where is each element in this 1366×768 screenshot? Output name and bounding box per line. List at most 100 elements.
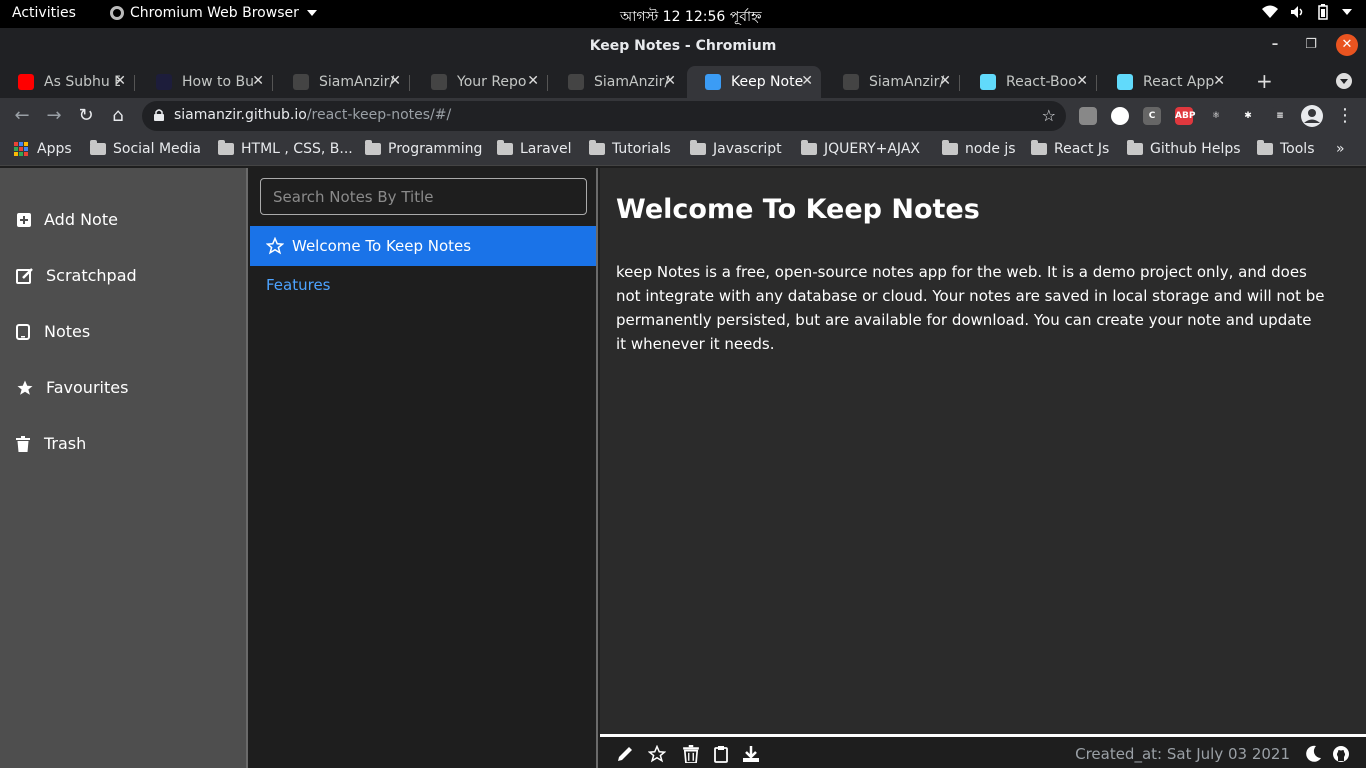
tab-favicon-icon bbox=[18, 74, 34, 90]
battery-icon bbox=[1318, 4, 1328, 20]
new-tab-button[interactable]: + bbox=[1256, 69, 1273, 93]
folder-icon bbox=[1031, 140, 1047, 155]
github-icon[interactable] bbox=[1332, 745, 1350, 763]
bookmark-folder[interactable]: Github Helps bbox=[1127, 140, 1241, 157]
extensions-puzzle-icon[interactable]: ✱ bbox=[1239, 107, 1257, 125]
react-devtools-icon[interactable]: ⚛ bbox=[1207, 107, 1225, 125]
tab-search-button[interactable] bbox=[1336, 73, 1352, 89]
bookmark-folder[interactable]: Tools bbox=[1257, 140, 1315, 157]
bookmark-folder[interactable]: Javascript bbox=[690, 140, 782, 157]
note-list-item-active[interactable]: Welcome To Keep Notes bbox=[250, 226, 596, 266]
folder-icon bbox=[1257, 140, 1273, 155]
bookmark-folder[interactable]: JQUERY+AJAX bbox=[801, 140, 920, 157]
adblock-plus-icon[interactable]: ABP bbox=[1175, 107, 1195, 125]
clock[interactable]: আগস্ট 12 12:56 পূর্বাহ্ন bbox=[620, 5, 762, 29]
tab-close-icon[interactable]: ✕ bbox=[1213, 73, 1225, 89]
bookmark-folder-label: Social Media bbox=[113, 141, 202, 157]
bookmark-folder-label: Tools bbox=[1280, 141, 1315, 157]
bookmark-folder[interactable]: Social Media bbox=[90, 140, 202, 157]
bookmark-folder[interactable]: React Js bbox=[1031, 140, 1109, 157]
bookmark-folder-label: Github Helps bbox=[1150, 141, 1241, 157]
browser-tab[interactable]: Your Repo ✕ bbox=[413, 66, 548, 98]
star-outline-icon[interactable] bbox=[266, 237, 284, 255]
note-body: keep Notes is a free, open-source notes … bbox=[616, 263, 1325, 353]
bookmark-folder-label: node js bbox=[965, 141, 1016, 157]
forward-button[interactable]: → bbox=[42, 104, 66, 128]
activities-button[interactable]: Activities bbox=[12, 5, 76, 21]
address-bar[interactable]: siamanzir.github.io/react-keep-notes/#/ … bbox=[142, 101, 1066, 131]
clipboard-icon[interactable] bbox=[712, 745, 730, 763]
volume-icon bbox=[1291, 6, 1303, 18]
tab-close-icon[interactable]: ✕ bbox=[389, 73, 401, 89]
tab-close-icon[interactable]: ✕ bbox=[527, 73, 539, 89]
tablet-icon bbox=[16, 323, 30, 340]
delete-icon[interactable] bbox=[682, 745, 700, 763]
tab-close-icon[interactable]: ✕ bbox=[1076, 73, 1088, 89]
cookie-extension-icon[interactable]: C bbox=[1143, 107, 1161, 125]
bookmark-apps[interactable]: Apps bbox=[14, 141, 72, 157]
tab-close-icon[interactable]: ✕ bbox=[664, 73, 676, 89]
tab-favicon-icon bbox=[431, 74, 447, 90]
home-button[interactable]: ⌂ bbox=[106, 104, 130, 128]
tab-close-icon[interactable]: ✕ bbox=[114, 73, 126, 89]
dark-mode-moon-icon[interactable] bbox=[1304, 745, 1322, 763]
chromium-icon bbox=[110, 6, 124, 20]
browser-tab[interactable]: SiamAnzir/✕ bbox=[825, 66, 960, 98]
tab-label: React-Boo bbox=[1006, 74, 1077, 90]
bookmark-folder[interactable]: Programming bbox=[365, 140, 483, 157]
bookmark-folder[interactable]: node js bbox=[942, 140, 1016, 157]
folder-icon bbox=[589, 140, 605, 155]
browser-tab[interactable]: SiamAnzir/✕ bbox=[275, 66, 410, 98]
favourite-star-icon[interactable] bbox=[648, 745, 666, 763]
tab-label: SiamAnzir/ bbox=[319, 74, 395, 90]
bookmark-folder[interactable]: Laravel bbox=[497, 140, 572, 157]
sidebar-item-favourites[interactable]: Favourites bbox=[16, 378, 128, 397]
dark-reader-icon[interactable] bbox=[1111, 107, 1129, 125]
sidebar-item-trash[interactable]: Trash bbox=[16, 434, 86, 453]
sidebar-item-add-note[interactable]: Add Note bbox=[16, 210, 118, 229]
bookmark-folder-label: JQUERY+AJAX bbox=[824, 141, 920, 157]
bookmark-folder[interactable]: Tutorials bbox=[589, 140, 671, 157]
sidebar-item-scratchpad[interactable]: Scratchpad bbox=[16, 266, 137, 285]
minimize-button[interactable]: – bbox=[1264, 34, 1286, 56]
close-window-button[interactable]: ✕ bbox=[1336, 34, 1358, 56]
browser-tab[interactable]: React-Boo ✕ bbox=[962, 66, 1097, 98]
folder-icon bbox=[218, 140, 234, 155]
pencil-icon[interactable] bbox=[616, 745, 634, 763]
tab-close-icon[interactable]: ✕ bbox=[801, 73, 813, 89]
browser-tab[interactable]: React App ✕ bbox=[1099, 66, 1233, 98]
profile-avatar-icon[interactable] bbox=[1300, 104, 1324, 128]
app-sidebar: Add Note Scratchpad Notes Favourites Tra… bbox=[0, 168, 248, 768]
copy-extension-icon[interactable] bbox=[1079, 107, 1097, 125]
app-menu[interactable]: Chromium Web Browser bbox=[110, 5, 317, 21]
bookmarks-overflow-button[interactable]: » bbox=[1336, 141, 1345, 157]
bookmark-folder[interactable]: HTML , CSS, B... bbox=[218, 140, 353, 157]
bookmark-folder-label: Programming bbox=[388, 141, 483, 157]
app-menu-label: Chromium Web Browser bbox=[130, 5, 299, 21]
tab-favicon-icon bbox=[568, 74, 584, 90]
tab-close-icon[interactable]: ✕ bbox=[252, 73, 264, 89]
reload-button[interactable]: ↻ bbox=[74, 104, 98, 128]
system-tray[interactable] bbox=[1262, 4, 1352, 20]
media-control-icon[interactable]: ≡ bbox=[1271, 107, 1289, 125]
browser-tab[interactable]: As Subhu E ✕ bbox=[0, 66, 135, 98]
back-button[interactable]: ← bbox=[10, 104, 34, 128]
search-notes-input[interactable] bbox=[260, 178, 587, 215]
tab-separator bbox=[272, 75, 273, 91]
tab-favicon-icon bbox=[1117, 74, 1133, 90]
tab-close-icon[interactable]: ✕ bbox=[939, 73, 951, 89]
browser-tab[interactable]: How to Bu ✕ bbox=[138, 66, 273, 98]
browser-tab[interactable]: SiamAnzir/✕ bbox=[550, 66, 684, 98]
bookmark-star-icon[interactable]: ☆ bbox=[1042, 106, 1056, 125]
download-icon[interactable] bbox=[742, 745, 760, 763]
browser-tab[interactable]: Keep Note ✕ bbox=[687, 66, 821, 98]
sidebar-item-label: Add Note bbox=[44, 210, 118, 229]
menu-kebab-icon[interactable]: ⋮ bbox=[1336, 104, 1354, 128]
sidebar-item-notes[interactable]: Notes bbox=[16, 322, 90, 341]
window-controls: – ❐ ✕ bbox=[1264, 34, 1358, 56]
note-list-item[interactable]: Features bbox=[266, 276, 331, 294]
maximize-button[interactable]: ❐ bbox=[1300, 34, 1322, 56]
bookmark-folder-label: Tutorials bbox=[612, 141, 671, 157]
sidebar-item-label: Trash bbox=[44, 434, 87, 453]
bookmark-apps-label: Apps bbox=[37, 141, 72, 157]
